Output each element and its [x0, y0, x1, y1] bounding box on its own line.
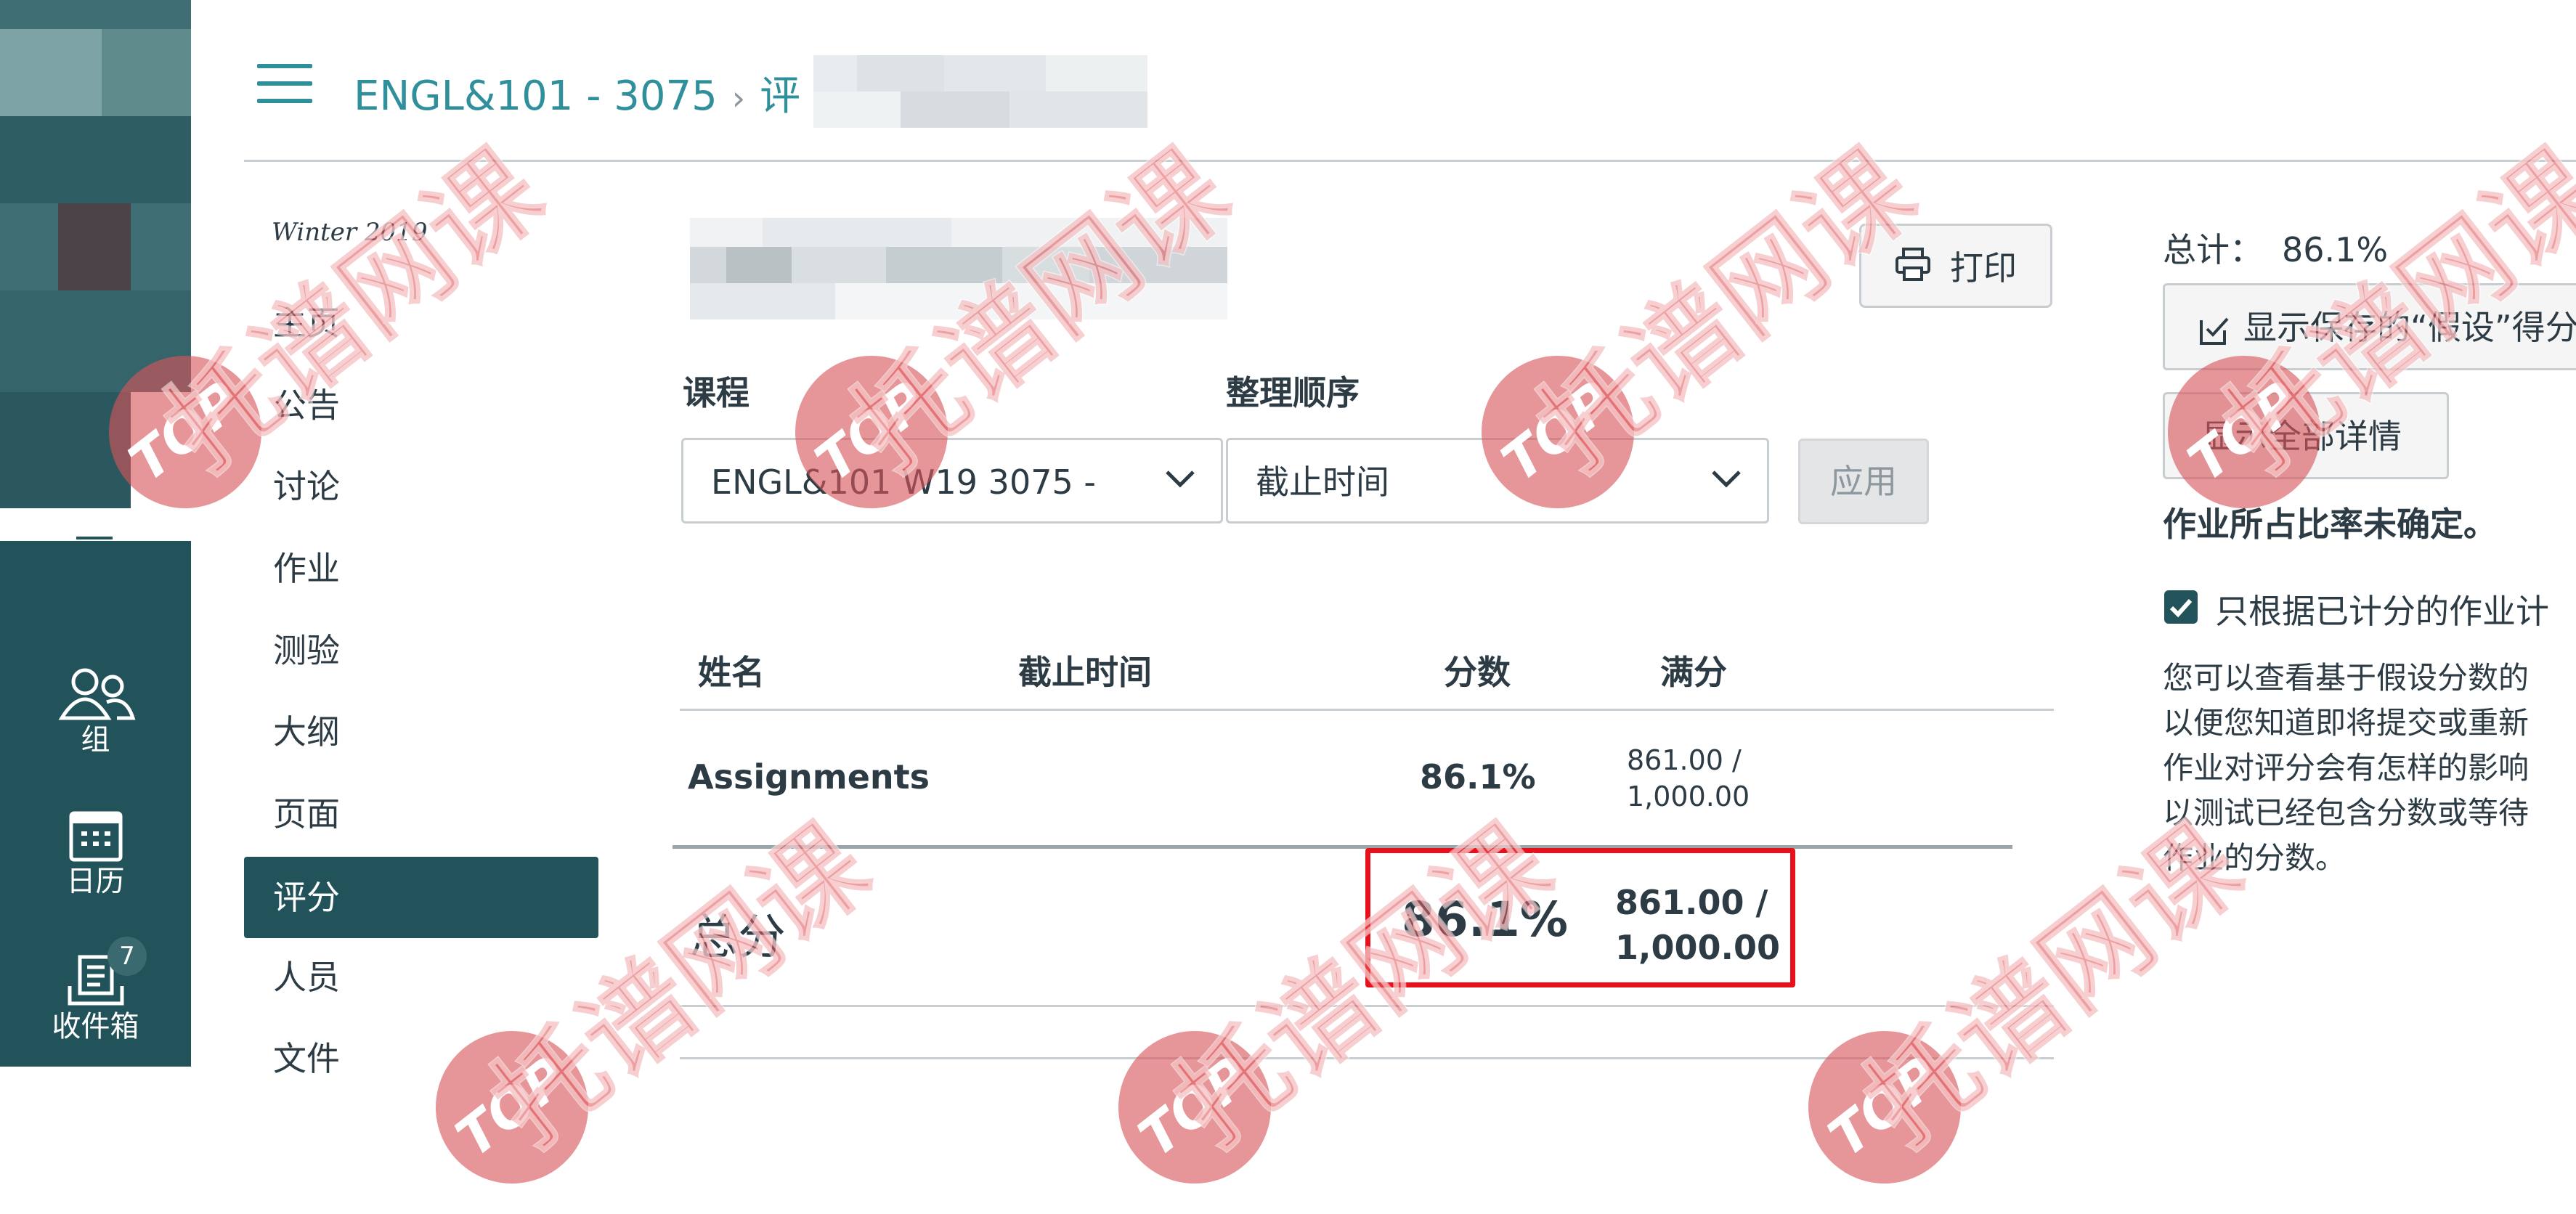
group-row-score: 86.1% — [1420, 757, 1536, 797]
table-row-divider — [680, 1057, 2054, 1059]
whatif-help-text: 您可以查看基于假设分数的 以便您知道即将提交或重新 作业对评分会有怎样的影响 以… — [2163, 656, 2529, 881]
apply-button[interactable]: 应用 — [1798, 439, 1929, 524]
printer-icon — [1895, 248, 1931, 284]
help-text-line: 您可以查看基于假设分数的 — [2163, 660, 2530, 696]
redacted-student-name — [690, 218, 1227, 322]
course-nav-syllabus[interactable]: 大纲 — [273, 710, 340, 754]
graded-only-label[interactable]: 只根据已计分的作业计 — [2215, 585, 2549, 633]
course-select-label: 课程 — [683, 373, 749, 412]
nav-calendar-label: 日历 — [66, 865, 125, 898]
sidebar-total-label: 总计： — [2163, 230, 2263, 269]
breadcrumb-current: 评 — [760, 73, 801, 121]
nav-groups[interactable]: 组 — [0, 664, 191, 757]
inbox-unread-badge: 7 — [107, 937, 147, 976]
sort-select[interactable]: 截止时间 — [1226, 438, 1769, 524]
course-nav-files[interactable]: 文件 — [273, 1037, 340, 1080]
weight-note: 作业所占比率未确定。 — [2163, 505, 2497, 544]
watermark-logo: TOP — [1777, 1000, 1992, 1214]
nav-inbox-label: 收件箱 — [52, 1010, 139, 1043]
course-menu-toggle[interactable] — [257, 64, 312, 105]
course-nav-grades[interactable]: 评分 — [244, 857, 598, 938]
inbox-icon — [0, 951, 191, 1009]
print-button-label: 打印 — [1950, 248, 2017, 288]
calendar-icon — [0, 806, 191, 864]
nav-calendar[interactable]: 日历 — [0, 806, 191, 899]
checkbox-arrow-icon — [2198, 314, 2230, 354]
course-nav-quizzes[interactable]: 测验 — [273, 629, 340, 672]
watermark-text: 托谱网课 — [142, 126, 566, 496]
course-nav-pages[interactable]: 页面 — [273, 792, 340, 836]
group-row-points: 861.00 / 1,000.00 — [1627, 742, 1750, 815]
sidebar-total: 总计： 86.1% — [2163, 224, 2388, 272]
account-avatar-blurred[interactable] — [0, 0, 191, 541]
sort-select-value: 截止时间 — [1256, 463, 1389, 502]
column-header-name[interactable]: 姓名 — [698, 646, 765, 694]
course-nav-announcements[interactable]: 公告 — [273, 383, 340, 427]
nav-groups-label: 组 — [81, 723, 110, 757]
chevron-down-icon — [1164, 468, 1196, 492]
show-whatif-scores-button[interactable]: 显示保存的“假设”得分 — [2163, 283, 2576, 370]
column-header-score[interactable]: 分数 — [1444, 646, 1511, 694]
table-row-divider — [680, 1005, 2054, 1007]
course-nav-people[interactable]: 人员 — [273, 956, 340, 999]
show-all-details-label: 显示全部详情 — [2201, 417, 2402, 456]
term-label: Winter 2019 — [272, 218, 428, 247]
redacted-name-block — [813, 55, 1147, 142]
total-highlight-box — [1365, 848, 1795, 987]
watermark-logo: TOP — [1087, 1000, 1302, 1214]
column-header-due[interactable]: 截止时间 — [1018, 646, 1152, 694]
header-divider — [244, 160, 2576, 162]
breadcrumb-separator: › — [731, 78, 746, 118]
sort-select-label: 整理顺序 — [1226, 373, 1360, 412]
course-nav-discussions[interactable]: 讨论 — [273, 465, 340, 508]
global-nav: 课程 组 日历 收件箱 7 — [0, 0, 191, 1067]
watermark-logo: TOP — [405, 1000, 619, 1214]
show-whatif-scores-label: 显示保存的“假设”得分 — [2243, 308, 2576, 347]
help-text-line: 以便您知道即将提交或重新 — [2163, 705, 2530, 741]
breadcrumb: ENGL&101 - 3075 › 评 — [354, 55, 1147, 142]
group-row-points-earned: 861.00 / — [1627, 744, 1742, 776]
breadcrumb-course-link[interactable]: ENGL&101 - 3075 — [354, 73, 718, 120]
watermark-text: 托谱网课 — [469, 801, 893, 1171]
table-header-divider — [680, 709, 2054, 711]
group-row-divider — [673, 845, 2012, 849]
print-button[interactable]: 打印 — [1859, 224, 2052, 308]
course-nav-grades-label: 评分 — [273, 878, 340, 917]
group-row-name[interactable]: Assignments — [688, 757, 930, 797]
chevron-down-icon — [1710, 468, 1742, 492]
group-row-points-possible: 1,000.00 — [1627, 781, 1750, 812]
help-text-line: 以测试已经包含分数或等待 — [2163, 795, 2530, 831]
course-select[interactable]: ENGL&101 W19 3075 - — [681, 438, 1223, 524]
column-header-out-of[interactable]: 满分 — [1660, 646, 1727, 694]
total-row-name: 总分 — [690, 909, 786, 965]
help-text-line: 作业的分数。 — [2163, 840, 2347, 876]
sidebar-total-value: 86.1% — [2282, 230, 2389, 269]
graded-only-checkbox[interactable] — [2164, 590, 2198, 624]
show-all-details-button[interactable]: 显示全部详情 — [2163, 392, 2449, 479]
course-select-value: ENGL&101 W19 3075 - — [711, 463, 1096, 502]
users-icon — [0, 664, 191, 722]
nav-inbox[interactable]: 收件箱 — [0, 951, 191, 1044]
course-nav-assignments[interactable]: 作业 — [273, 547, 340, 590]
help-text-line: 作业对评分会有怎样的影响 — [2163, 750, 2530, 786]
course-nav-home[interactable]: 主页 — [273, 301, 340, 345]
